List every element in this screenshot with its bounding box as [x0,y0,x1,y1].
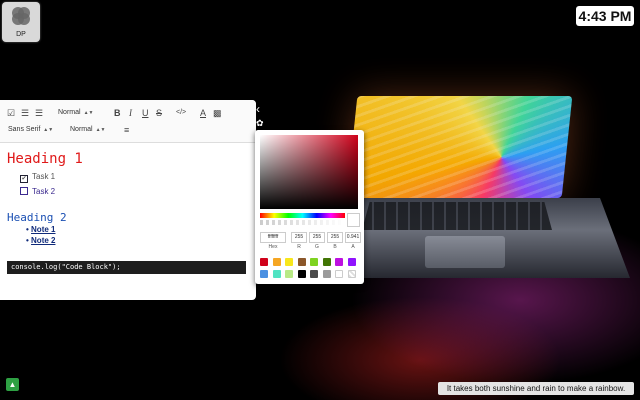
chevron-down-icon: ▲▼ [95,127,106,133]
text-color-button[interactable]: A [200,108,206,118]
font-select[interactable]: Sans Serif ▲▼ [8,126,53,133]
task-1-label: Task 1 [32,172,56,181]
heading-1: Heading 1 [7,151,83,167]
task-item-2[interactable]: Task 2 [20,187,55,196]
size-select-value: Normal [70,126,93,133]
g-label: G [315,244,319,250]
checkbox-unchecked-icon[interactable] [20,187,28,195]
a-input[interactable]: 0.941 [345,232,361,243]
wallpaper-trackpad [425,236,505,268]
list-item: • Note 1 [26,225,56,234]
app-shortcut-label: DP [16,31,26,38]
r-input[interactable]: 255 [291,232,307,243]
b-label: B [333,244,337,250]
checkbox-checked-icon[interactable]: ✔ [20,175,28,183]
menu-up-icon[interactable]: ▲ [6,378,19,391]
color-swatch[interactable] [347,258,356,266]
palette-icon[interactable]: ✿ [256,118,266,128]
color-swatch[interactable] [297,270,306,278]
ordered-list-icon[interactable]: ☰ [21,108,29,118]
color-swatch[interactable] [272,270,281,278]
color-swatch[interactable] [335,258,343,266]
color-swatch[interactable] [260,270,268,278]
clear-format-icon[interactable]: ▩ [213,108,222,118]
note-1-text: Note 1 [31,225,56,234]
b-input[interactable]: 255 [327,232,343,243]
heading-select-value: Normal [58,109,81,116]
chevron-down-icon: ▲▼ [83,110,94,116]
color-swatch[interactable] [310,270,318,278]
daily-quote: It takes both sunshine and rain to make … [438,382,634,395]
list-item: • Note 2 [26,236,56,245]
note-2-text: Note 2 [31,236,56,245]
heading-select[interactable]: Normal ▲▼ [58,109,93,116]
color-swatch[interactable] [310,258,318,266]
app-logo-icon [12,7,30,25]
color-swatch[interactable] [347,270,356,278]
strikethrough-button[interactable]: S [156,108,162,118]
wallpaper-keyboard [362,202,552,230]
editor-toolbar: ☑ ☰ ☰ Normal ▲▼ B I U S </> A ▩ Sans Seri… [0,100,256,143]
task-item-1[interactable]: ✔ Task 1 [20,172,55,183]
bullet-list-icon[interactable]: ☰ [35,108,43,118]
r-label: R [297,244,301,250]
size-select[interactable]: Normal ▲▼ [70,126,105,133]
alpha-slider[interactable] [260,220,345,225]
task-2-label: Task 2 [32,187,56,196]
color-picker: ffffffff 255 255 255 0.941 Hex R G B A [255,130,364,284]
checklist-icon[interactable]: ☑ [7,108,15,118]
color-swatch[interactable] [285,258,293,266]
chevron-down-icon: ▲▼ [43,127,54,133]
font-select-value: Sans Serif [8,126,41,133]
color-swatch[interactable] [322,270,331,278]
color-swatch[interactable] [285,270,293,278]
hex-input[interactable]: ffffffff [260,232,286,243]
wallpaper-laptop-screen [346,96,573,198]
clock: 4:43 PM [576,6,634,26]
color-swatch[interactable] [260,258,268,266]
editor-content[interactable]: Heading 1 ✔ Task 1 Task 2 Heading 2 • Not… [0,143,256,300]
code-block: console.log("Code Block"); [7,261,246,274]
color-swatch[interactable] [335,270,343,278]
g-input[interactable]: 255 [309,232,325,243]
bold-button[interactable]: B [114,108,121,118]
chevron-left-icon[interactable]: ‹ [256,103,266,117]
a-label: A [351,244,355,250]
hex-label: Hex [268,244,278,250]
rich-text-editor: ☑ ☰ ☰ Normal ▲▼ B I U S </> A ▩ Sans Seri… [0,100,256,300]
current-color-swatch [347,213,360,227]
saturation-area[interactable] [260,135,358,209]
code-button[interactable]: </> [176,108,186,118]
heading-2: Heading 2 [7,211,67,224]
align-icon[interactable]: ≡ [124,125,129,135]
underline-button[interactable]: U [142,108,149,118]
color-swatch[interactable] [322,258,331,266]
color-swatch[interactable] [297,258,306,266]
app-shortcut[interactable]: DP [2,2,40,42]
color-swatch[interactable] [272,258,281,266]
italic-button[interactable]: I [129,108,132,118]
hue-slider[interactable] [260,213,345,218]
